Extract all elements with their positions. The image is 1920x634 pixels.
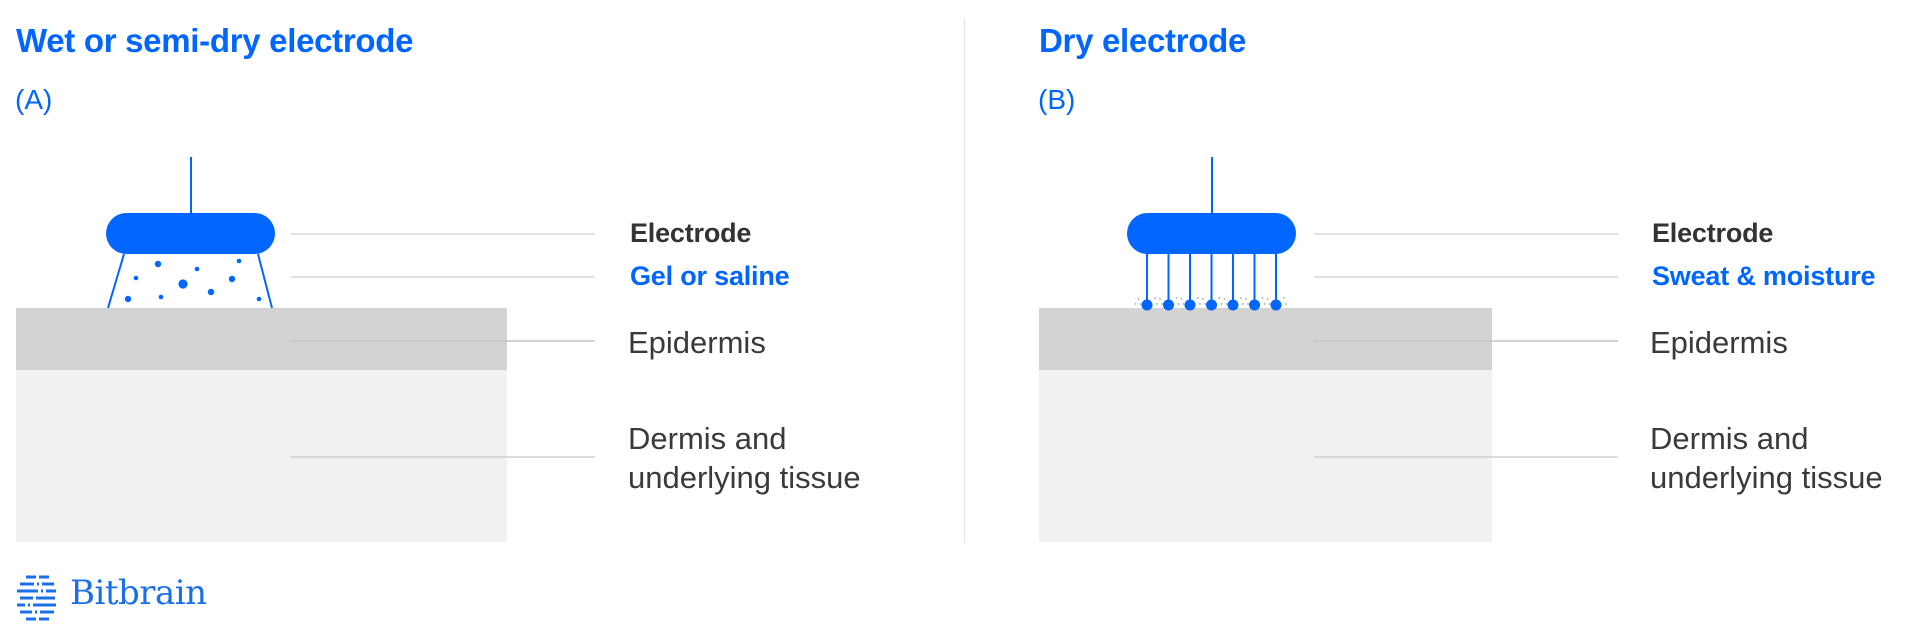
panel-a-gel-edge-left	[107, 253, 125, 309]
panel-b-label-dermis-line2: underlying tissue	[1650, 460, 1883, 495]
sweat-dot	[1175, 297, 1178, 299]
pin-tip	[1163, 299, 1174, 311]
panel-a-electrode	[106, 157, 275, 309]
panel-a-label-dermis-line1: Dermis and	[628, 421, 787, 456]
sweat-dot	[1240, 297, 1242, 299]
sweat-dot	[1134, 303, 1137, 305]
sweat-dot	[1197, 297, 1199, 299]
panel-a-label-gel: Gel or saline	[630, 261, 790, 291]
panel-b-label-sweat: Sweat & moisture	[1652, 261, 1876, 291]
sweat-dot	[1177, 303, 1180, 305]
sweat-dot	[1283, 297, 1285, 299]
sweat-dot	[1180, 298, 1183, 300]
panel-a-dermis	[16, 370, 507, 542]
panel-b-label-dermis-line1: Dermis and	[1650, 421, 1809, 456]
panel-a-label-electrode: Electrode	[630, 218, 752, 248]
pin-tip	[1141, 299, 1153, 311]
gel-dot	[207, 288, 215, 296]
panel-b-dermis	[1039, 370, 1492, 542]
pin-tip	[1270, 299, 1282, 311]
panel-b-epidermis	[1039, 308, 1492, 370]
sweat-dot	[1137, 298, 1140, 300]
sweat-dot	[1204, 303, 1206, 305]
sweat-dot	[1242, 303, 1244, 305]
panel-b-label-electrode: Electrode	[1652, 218, 1774, 248]
sweat-dot	[1268, 303, 1271, 305]
sweat-dot	[1202, 298, 1204, 300]
pin-tip	[1249, 299, 1260, 311]
sweat-dot	[1261, 297, 1264, 299]
panel-a-epidermis	[16, 308, 507, 370]
sweat-dot	[1156, 303, 1158, 305]
panel-a-label-dermis-line2: underlying tissue	[628, 460, 861, 495]
sweat-dot	[1245, 298, 1247, 300]
panel-a-electrode-pad	[106, 213, 275, 254]
sweat-dot	[1263, 303, 1266, 305]
gel-dot	[256, 296, 262, 302]
sweat-dot	[1225, 303, 1228, 305]
panel-a-skin	[16, 308, 507, 542]
gel-dot	[124, 295, 132, 303]
gel-dot	[194, 266, 200, 272]
gel-dot	[228, 275, 236, 283]
pin-tip	[1184, 299, 1196, 311]
pin-tip	[1227, 299, 1239, 311]
sweat-dot	[1223, 298, 1226, 300]
gel-dot	[133, 275, 139, 281]
sweat-dot	[1266, 298, 1269, 300]
panel-a-gel-dots	[124, 258, 262, 303]
panel-b-electrode-pad	[1127, 213, 1296, 254]
sweat-dot	[1159, 298, 1161, 300]
panel-b-skin	[1039, 308, 1492, 542]
sweat-dot	[1218, 297, 1221, 299]
sweat-dot	[1154, 297, 1156, 299]
diagram-canvas	[16, 157, 1618, 621]
panel-b-electrode	[1127, 157, 1296, 311]
gel-dot	[178, 279, 188, 289]
brand-name: Bitbrain	[70, 573, 207, 613]
sweat-dot	[1247, 303, 1249, 305]
panel-a-label-epidermis: Epidermis	[628, 325, 766, 360]
bitbrain-logo-icon	[17, 575, 56, 621]
sweat-dot	[1161, 303, 1163, 305]
sweat-dot	[1199, 303, 1201, 305]
sweat-dot	[1182, 303, 1185, 305]
pin-tip	[1206, 299, 1217, 311]
sweat-dot	[1285, 303, 1287, 305]
gel-dot	[236, 258, 242, 264]
sweat-dot	[1220, 303, 1223, 305]
sweat-dot	[1139, 303, 1142, 305]
panel-b-pins	[1141, 254, 1282, 311]
panel-b-label-epidermis: Epidermis	[1650, 325, 1788, 360]
gel-dot	[158, 294, 164, 300]
gel-dot	[154, 260, 162, 268]
